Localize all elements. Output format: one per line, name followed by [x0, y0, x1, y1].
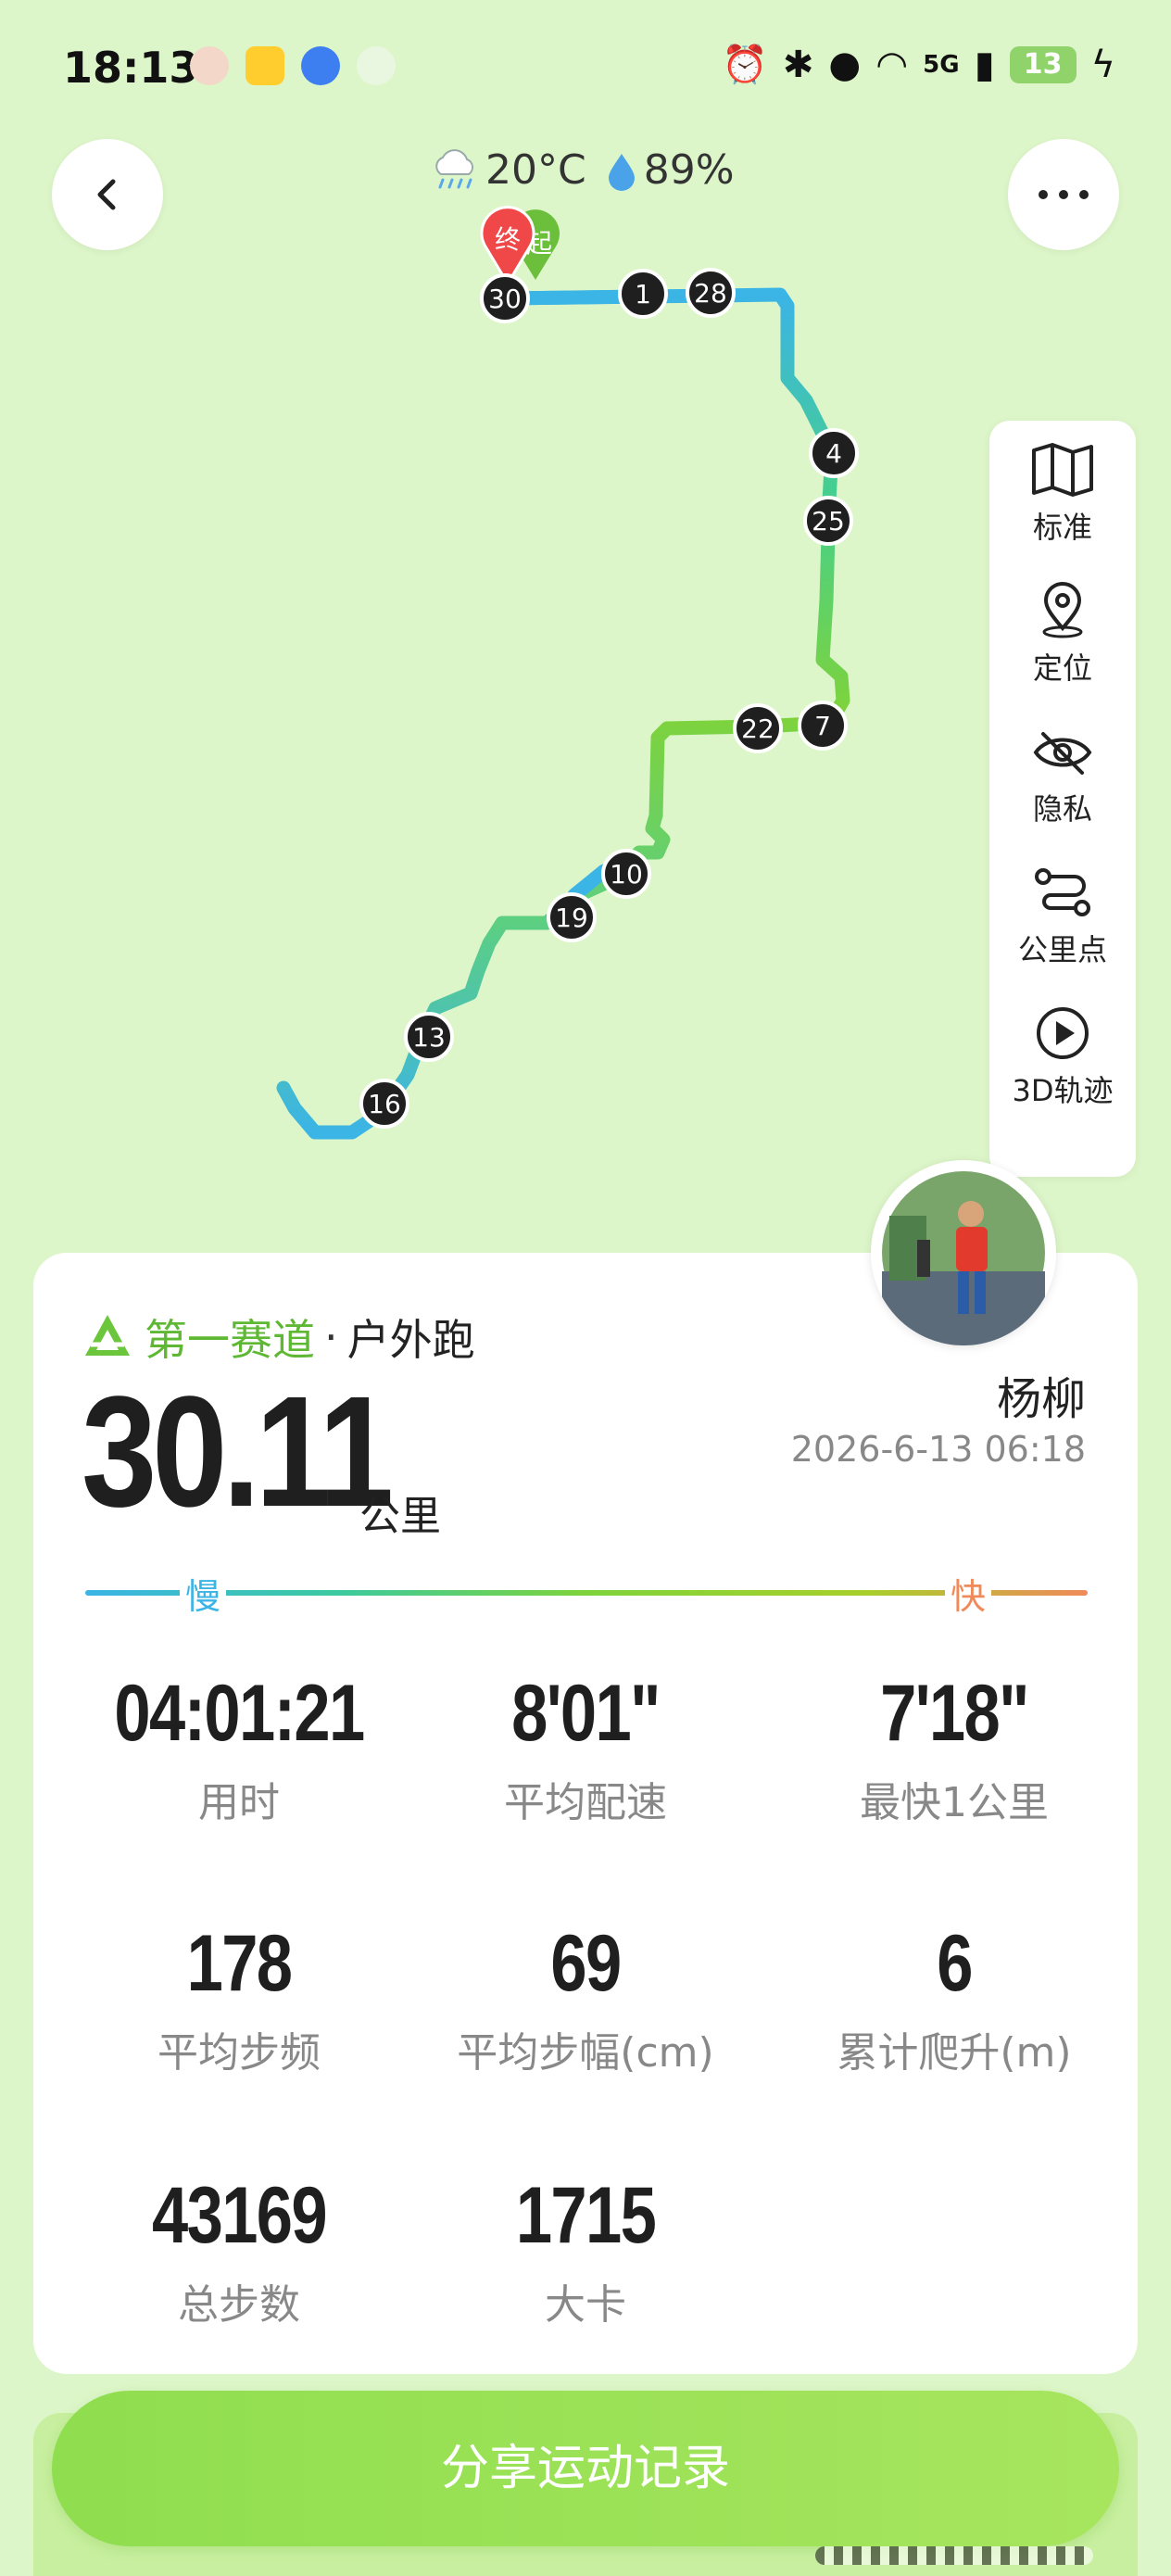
stat-value: 43169: [152, 2171, 328, 2260]
brand-header: 第一赛道 · 户外跑: [82, 1307, 475, 1368]
signal-icon: ▮: [974, 43, 995, 86]
stat-label: 平均步频: [157, 2029, 321, 2077]
brand-name: 第一赛道: [145, 1315, 315, 1365]
avatar[interactable]: [871, 1160, 1056, 1345]
back-button[interactable]: [52, 139, 163, 250]
stat-label: 大卡: [545, 2281, 626, 2329]
weather-info: 20°C 89%: [428, 146, 735, 194]
battery-icon: 13: [1009, 45, 1077, 83]
km-marker-label: 19: [555, 903, 588, 933]
alarm-icon: ⏰: [722, 44, 768, 86]
km-marker-label: 7: [814, 711, 831, 741]
km-marker-label: 30: [488, 284, 522, 314]
map-toolbar: 标准 定位 隐私 公里点 3D轨迹: [989, 421, 1136, 1177]
stat-elevation: 6 累计爬升(m): [769, 1918, 1140, 2078]
distance-value: 30.11: [82, 1364, 394, 1540]
km-marker-label: 4: [825, 438, 842, 469]
stat-value: 04:01:21: [114, 1669, 365, 1758]
more-button[interactable]: [1008, 139, 1119, 250]
stat-value: 6: [937, 1919, 973, 2008]
route-points-icon: [1035, 868, 1090, 916]
temperature: 20°C: [485, 146, 586, 194]
wifi-icon: ◠: [875, 43, 909, 86]
speed-gradient-bar: [85, 1590, 1088, 1596]
tool-label: 公里点: [1017, 932, 1107, 967]
stat-stride: 69 平均步幅(cm): [400, 1918, 771, 2078]
stat-calories: 1715 大卡: [400, 2170, 771, 2330]
humidity: 89%: [643, 146, 735, 194]
tool-standard-map[interactable]: 标准: [989, 421, 1136, 560]
km-marker-label: 25: [812, 506, 845, 537]
km-marker-label: 1: [635, 279, 651, 309]
eye-off-icon: [1033, 732, 1092, 775]
stat-cadence: 178 平均步频: [54, 1918, 424, 2078]
status-indicators: ⏰ ✱ ● ◠ 5G ▮ 13 ϟ: [722, 43, 1115, 87]
tool-label: 3D轨迹: [1012, 1073, 1114, 1108]
stat-label: 累计爬升(m): [837, 2029, 1072, 2077]
share-record-button[interactable]: 分享运动记录: [52, 2391, 1119, 2546]
stat-value: 7'18": [880, 1669, 1029, 1758]
km-marker-label: 22: [741, 713, 774, 744]
map-icon: [1032, 443, 1093, 497]
tool-privacy[interactable]: 隐私: [989, 702, 1136, 841]
location-pin-icon: [1042, 582, 1083, 638]
stat-fastest-km: 7'18" 最快1公里: [769, 1668, 1140, 1828]
brand-separator: ·: [324, 1312, 338, 1362]
status-bar: 18:13 ⏰ ✱ ● ◠ 5G ▮ 13 ϟ: [0, 0, 1171, 139]
user-name: 杨柳: [996, 1373, 1086, 1425]
summary-card: 第一赛道 · 户外跑 30.11 公里 杨柳 2026-6-13 06:18 慢…: [33, 1253, 1138, 2374]
stat-duration: 04:01:21 用时: [54, 1668, 424, 1828]
sport-type: 户外跑: [346, 1315, 475, 1365]
stat-label: 总步数: [178, 2281, 300, 2329]
charging-icon: ϟ: [1090, 43, 1115, 86]
stat-label: 平均步幅(cm): [457, 2029, 714, 2077]
status-time: 18:13: [63, 43, 199, 93]
runner-photo: [882, 1171, 1045, 1345]
km-marker-label: 16: [368, 1089, 401, 1119]
chevron-left-icon: [97, 179, 116, 210]
stat-value: 8'01": [511, 1669, 661, 1758]
km-marker-label: 28: [694, 278, 727, 309]
stat-total-steps: 43169 总步数: [54, 2170, 424, 2330]
tool-3d-track[interactable]: 3D轨迹: [989, 984, 1136, 1123]
stat-value: 1715: [515, 2171, 657, 2260]
brand-logo-icon: [85, 1315, 130, 1356]
tool-locate[interactable]: 定位: [989, 562, 1136, 701]
speed-slow-label: 慢: [180, 1568, 227, 1619]
shopping-app-icon: [246, 46, 284, 85]
bluetooth-icon: ✱: [782, 43, 814, 86]
tool-label: 标准: [1032, 510, 1092, 545]
record-date-time: 2026-6-13 06:18: [790, 1429, 1086, 1470]
more-dots-icon: [1039, 190, 1089, 199]
umbrella-app-icon: [357, 46, 396, 85]
stat-label: 平均配速: [504, 1779, 667, 1826]
km-marker: 30 1 28 4 25 22 7 10 19 13 16: [359, 268, 859, 1129]
rain-cloud-icon: [435, 148, 473, 188]
play-icon: [1037, 1007, 1089, 1059]
tool-label: 定位: [1032, 650, 1092, 686]
stat-avg-pace: 8'01" 平均配速: [400, 1668, 771, 1828]
blue-app-icon: [301, 46, 340, 85]
km-marker-label: 13: [412, 1022, 446, 1053]
tool-km-points[interactable]: 公里点: [989, 843, 1136, 982]
water-drop-icon: [608, 153, 635, 191]
stat-value: 178: [186, 1919, 293, 2008]
tool-label: 隐私: [1032, 791, 1092, 827]
location-icon: ●: [828, 43, 862, 86]
stat-value: 69: [550, 1919, 622, 2008]
speed-fast-label: 快: [945, 1568, 992, 1619]
distance-unit: 公里: [359, 1493, 441, 1540]
km-marker-label: 10: [610, 859, 643, 890]
home-indicator: [815, 2546, 1093, 2565]
status-app-icons: [190, 46, 396, 85]
stat-label: 用时: [198, 1779, 280, 1826]
network-label: 5G: [923, 50, 960, 79]
avatar-app-icon: [190, 46, 229, 85]
stat-label: 最快1公里: [860, 1779, 1049, 1826]
